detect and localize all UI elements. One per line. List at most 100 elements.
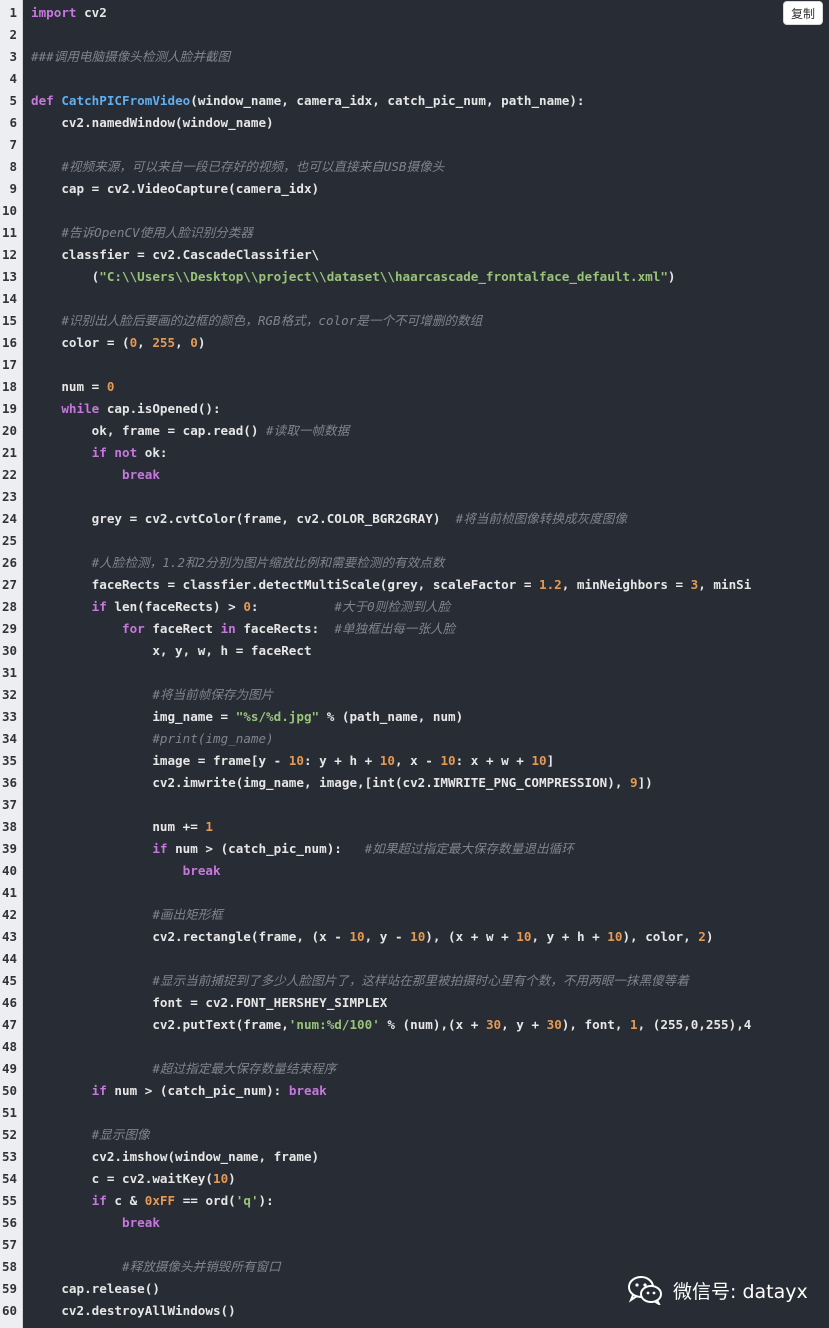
code-token: , minSi — [698, 577, 752, 592]
code-text: break — [31, 464, 160, 486]
code-line: 7 — [0, 134, 829, 156]
code-text: classfier = cv2.CascadeClassifier\ — [31, 244, 319, 266]
code-token: faceRects = classfier.detectMultiScale(g… — [31, 577, 539, 592]
code-text: if num > (catch_pic_num): #如果超过指定最大保存数量退… — [31, 838, 573, 860]
code-line: 43 cv2.rectangle(frame, (x - 10, y - 10)… — [0, 926, 829, 948]
line-number: 48 — [1, 1039, 17, 1054]
code-text: cv2.imshow(window_name, frame) — [31, 1146, 319, 1168]
line-number: 47 — [1, 1017, 17, 1032]
code-line: 9 cap = cv2.VideoCapture(camera_idx) — [0, 178, 829, 200]
line-number: 13 — [1, 269, 17, 284]
code-line: 17 — [0, 354, 829, 376]
code-line: 44 — [0, 948, 829, 970]
code-token: , minNeighbors = — [561, 577, 691, 592]
code-token: 30 — [546, 1017, 562, 1032]
code-line: 12 classfier = cv2.CascadeClassifier\ — [0, 244, 829, 266]
code-token: if — [91, 599, 107, 614]
code-token: ) — [667, 269, 676, 284]
code-line: 36 cv2.imwrite(img_name, image,[int(cv2.… — [0, 772, 829, 794]
code-token: #超过指定最大保存数量结束程序 — [152, 1061, 337, 1076]
code-line: 34 #print(img_name) — [0, 728, 829, 750]
code-token: 0 — [106, 379, 115, 394]
code-token: cv2.namedWindow(window_name) — [31, 115, 274, 130]
line-number: 24 — [1, 511, 17, 526]
code-token: 2 — [698, 929, 706, 944]
code-token: ] — [546, 753, 555, 768]
code-token: : — [250, 599, 335, 614]
code-token: , (255,0,255),4 — [637, 1017, 752, 1032]
code-token: #读取一帧数据 — [266, 423, 350, 438]
line-number: 21 — [1, 445, 17, 460]
code-token: for — [122, 621, 145, 636]
code-text: cv2.rectangle(frame, (x - 10, y - 10), (… — [31, 926, 713, 948]
code-token: def — [31, 93, 62, 108]
code-token: num > (catch_pic_num): — [106, 1083, 289, 1098]
code-token: break — [122, 1215, 160, 1230]
code-token: 9 — [629, 775, 638, 790]
code-token: 'num:%d/100' — [288, 1017, 380, 1032]
code-line: 8 #视频来源，可以来自一段已存好的视频，也可以直接来自USB摄像头 — [0, 156, 829, 178]
line-number: 28 — [1, 599, 17, 614]
code-token: grey = cv2.cvtColor(frame, cv2.COLOR_BGR… — [31, 511, 456, 526]
code-line: 41 — [0, 882, 829, 904]
code-token: ###调用电脑摄像头检测人脸并截图 — [31, 49, 231, 64]
code-token: font = cv2.FONT_HERSHEY_SIMPLEX — [31, 995, 388, 1010]
line-number: 43 — [1, 929, 17, 944]
line-number: 60 — [1, 1303, 17, 1318]
code-line: 45 #显示当前捕捉到了多少人脸图片了，这样站在那里被拍摄时心里有个数，不用两眼… — [0, 970, 829, 992]
line-number: 16 — [1, 335, 17, 350]
line-number: 19 — [1, 401, 17, 416]
code-token: ), (x + w + — [425, 929, 517, 944]
code-text: c = cv2.waitKey(10) — [31, 1168, 236, 1190]
code-line: 49 #超过指定最大保存数量结束程序 — [0, 1058, 829, 1080]
code-token: #显示当前捕捉到了多少人脸图片了，这样站在那里被拍摄时心里有个数，不用两眼一抹黑… — [152, 973, 689, 988]
code-line: 25 — [0, 530, 829, 552]
code-text: color = (0, 255, 0) — [31, 332, 205, 354]
code-text: #识别出人脸后要画的边框的颜色，RGB格式，color是一个不可增删的数组 — [31, 310, 482, 332]
code-token: cv2.imwrite(img_name, image,[int(cv2.IMW… — [31, 775, 630, 790]
code-text: if c & 0xFF == ord('q'): — [31, 1190, 274, 1212]
code-token: , y + h + — [531, 929, 608, 944]
code-text: num += 1 — [31, 816, 213, 838]
code-text: cap.release() — [31, 1278, 160, 1300]
code-line: 6 cv2.namedWindow(window_name) — [0, 112, 829, 134]
code-token: ok: — [137, 445, 168, 460]
code-token: "C:\\Users\\Desktop\\project\\dataset\\h… — [99, 269, 668, 284]
wechat-icon — [628, 1276, 662, 1305]
code-token: == ord( — [175, 1193, 236, 1208]
code-text: #显示当前捕捉到了多少人脸图片了，这样站在那里被拍摄时心里有个数，不用两眼一抹黑… — [31, 970, 689, 992]
code-line: 33 img_name = "%s/%d.jpg" % (path_name, … — [0, 706, 829, 728]
code-token: #人脸检测，1.2和2分别为图片缩放比例和需要检测的有效点数 — [91, 555, 445, 570]
code-token: #显示图像 — [91, 1127, 150, 1142]
code-line: 1 import cv2 — [0, 2, 829, 24]
code-token: if — [91, 1083, 107, 1098]
watermark-text: 微信号: datayx — [673, 1280, 808, 1303]
copy-button[interactable]: 复制 — [783, 1, 823, 25]
line-number: 23 — [1, 489, 17, 504]
line-number: 34 — [1, 731, 17, 746]
code-token: #识别出人脸后要画的边框的颜色，RGB格式，color是一个不可增删的数组 — [61, 313, 483, 328]
code-token: cv2.putText(frame, — [31, 1017, 289, 1032]
line-number: 17 — [1, 357, 17, 372]
code-token: 1 — [630, 1017, 638, 1032]
code-text: font = cv2.FONT_HERSHEY_SIMPLEX — [31, 992, 387, 1014]
code-line: 10 — [0, 200, 829, 222]
code-line: 35 image = frame[y - 10: y + h + 10, x -… — [0, 750, 829, 772]
code-text: def CatchPICFromVideo(window_name, camer… — [31, 90, 585, 112]
code-token: ( — [31, 269, 100, 284]
code-text: #画出矩形框 — [31, 904, 223, 926]
code-line: 50 if num > (catch_pic_num): break — [0, 1080, 829, 1102]
code-token: #单独框出每一张人脸 — [334, 621, 456, 636]
code-line: 13 ("C:\\Users\\Desktop\\project\\datase… — [0, 266, 829, 288]
code-text: ###调用电脑摄像头检测人脸并截图 — [31, 46, 230, 68]
line-number: 14 — [1, 291, 17, 306]
code-token: % (path_name, num) — [319, 709, 464, 724]
